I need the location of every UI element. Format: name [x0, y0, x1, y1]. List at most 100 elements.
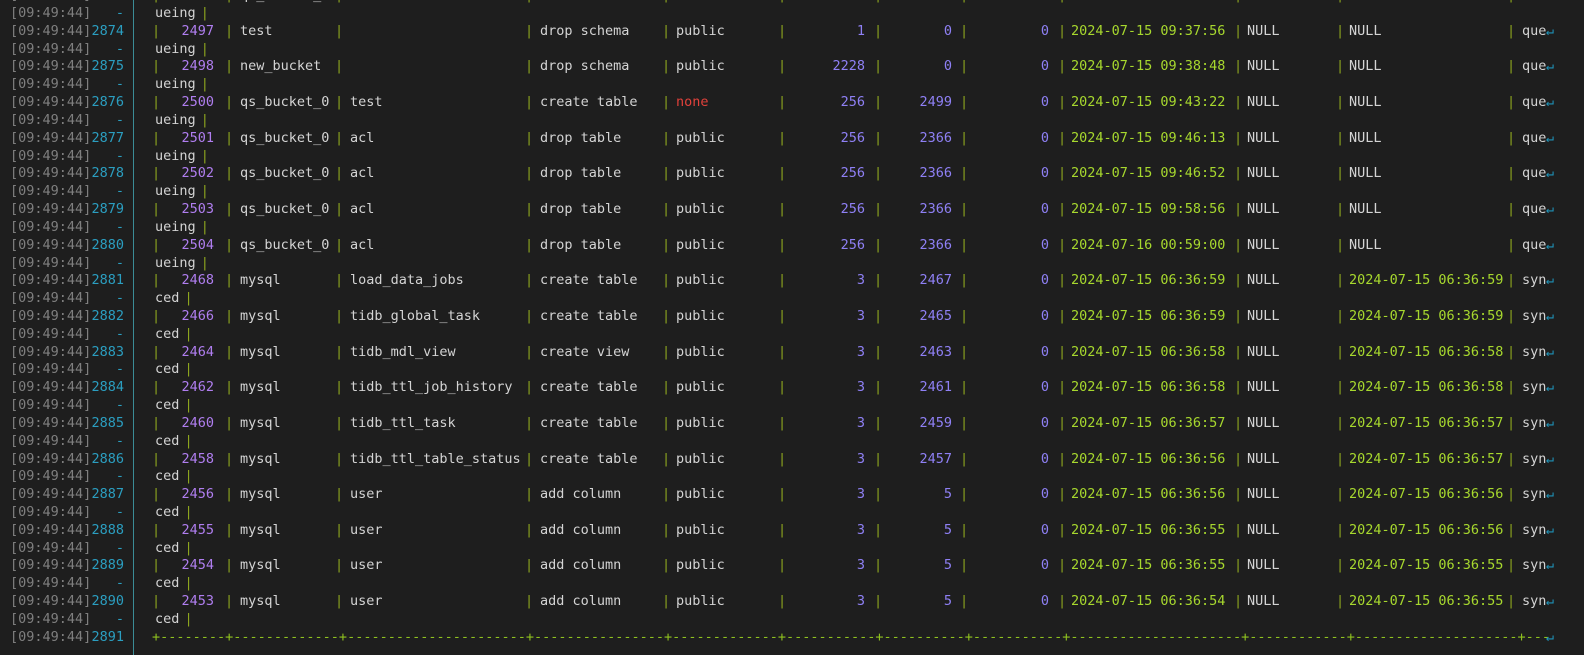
column-separator: | [184, 575, 193, 592]
cell-table-name: acl [350, 165, 375, 182]
cell-schema-state: none [676, 94, 709, 111]
column-separator: | [662, 414, 671, 431]
column-separator: | [874, 272, 883, 289]
column-separator: | [1058, 486, 1067, 503]
cell-end-time: NULL [1349, 58, 1382, 75]
column-separator: | [778, 379, 787, 396]
timestamp: [09:49:44] [10, 5, 92, 22]
timestamp: [09:49:44] [10, 111, 92, 128]
line-wrap-icon: ↵ [1546, 129, 1555, 146]
column-separator: | [335, 521, 344, 538]
column-separator: | [960, 557, 969, 574]
line-wrap-icon: ↵ [1546, 379, 1555, 396]
cell-job-type: add column [540, 486, 622, 503]
column-separator: | [1058, 557, 1067, 574]
cell-job-type: add column [540, 593, 622, 610]
column-separator: | [1234, 22, 1243, 39]
cell-db-name: mysql [240, 521, 281, 538]
cell-create-time: 2024-07-15 06:36:58 [1071, 379, 1226, 396]
column-separator: | [1058, 307, 1067, 324]
column-separator: | [225, 414, 234, 431]
column-separator: | [662, 201, 671, 218]
cell-table-name: tidb_ttl_task [350, 414, 456, 431]
column-separator: | [335, 22, 344, 39]
cell-job-id: 2456 [181, 486, 214, 503]
column-separator: | [225, 343, 234, 360]
timestamp: [09:49:44] [10, 450, 92, 467]
cell-db-name: mysql [240, 414, 281, 431]
cell-create-time: 2024-07-15 06:36:57 [1071, 414, 1226, 431]
column-separator: | [1234, 307, 1243, 324]
line-number-text: 2890 [91, 593, 124, 610]
column-separator: | [525, 307, 534, 324]
timestamp: [09:49:44] [10, 290, 92, 307]
cell-job-type: drop table [540, 165, 622, 182]
query-wrap-text: ueing [155, 254, 196, 271]
column-separator: | [335, 450, 344, 467]
cell-start-time: NULL [1247, 593, 1280, 610]
column-separator: | [778, 593, 787, 610]
cell-job-id: 2458 [181, 450, 214, 467]
column-separator: | [525, 201, 534, 218]
column-separator: | [525, 557, 534, 574]
cell-state: que [1522, 22, 1547, 39]
cell-job-id: 2464 [181, 343, 214, 360]
column-separator: | [1234, 165, 1243, 182]
cell-job-type: drop table [540, 236, 622, 253]
terminal-line: [09:49:44] 2881 | | | | | | | | | | | | 2468 mysql load_… [0, 271, 1584, 289]
column-separator: | [152, 593, 161, 610]
column-separator: | [874, 593, 883, 610]
column-separator: | [225, 94, 234, 111]
column-separator: | [335, 272, 344, 289]
column-separator: | [778, 129, 787, 146]
cell-end-time: 2024-07-15 06:36:58 [1349, 343, 1504, 360]
column-separator: | [1507, 414, 1516, 431]
terminal-line: [09:49:44] 2874 | | | | | | | | | | | | 2497 test drop s… [0, 22, 1584, 40]
column-separator: | [1058, 593, 1067, 610]
terminal-line: [09:49:44] 2878 | | | | | | | | | | | | 2502 qs_bucket_… [0, 164, 1584, 182]
terminal-line: [09:49:44] 2890 | | | | | | | | | | | | 2453 mysql user a… [0, 592, 1584, 610]
cell-end-time: 2024-07-15 06:36:57 [1349, 450, 1504, 467]
line-number-text: 2878 [91, 165, 124, 182]
column-separator: | [874, 450, 883, 467]
cell-table-id: 0 [943, 22, 952, 39]
column-separator: | [874, 236, 883, 253]
cell-schema-id: 3 [856, 272, 865, 289]
column-separator: | [525, 486, 534, 503]
line-number-text: - [115, 147, 124, 164]
timestamp: [09:49:44] [10, 94, 92, 111]
column-separator: | [335, 129, 344, 146]
column-separator: | [662, 521, 671, 538]
cell-row-count: 0 [1040, 165, 1049, 182]
terminal-line: [09:49:44] 2885 | | | | | | | | | | | | 2460 mysql tidb_… [0, 414, 1584, 432]
cell-db-name: mysql [240, 343, 281, 360]
cell-db-name: mysql [240, 486, 281, 503]
cell-job-id: 2500 [181, 94, 214, 111]
cell-job-id: 2468 [181, 272, 214, 289]
line-number-text: - [115, 432, 124, 449]
column-separator: | [960, 129, 969, 146]
cell-job-id: 2460 [181, 414, 214, 431]
line-wrap-icon: ↵ [1546, 486, 1555, 503]
line-wrap-icon: ↵ [1546, 165, 1555, 182]
cell-end-time: 2024-07-15 06:36:56 [1349, 521, 1504, 538]
terminal-line: [09:49:44] - ueing | [0, 4, 1584, 22]
column-separator: | [1058, 236, 1067, 253]
column-separator: | [184, 432, 193, 449]
cell-db-name: mysql [240, 307, 281, 324]
column-separator: | [1507, 486, 1516, 503]
column-separator: | [778, 521, 787, 538]
column-separator: | [874, 307, 883, 324]
query-wrap-text: ced [155, 290, 180, 307]
cell-table-name: acl [350, 236, 375, 253]
column-separator: | [960, 58, 969, 75]
cell-start-time: NULL [1247, 165, 1280, 182]
line-number-text: - [115, 218, 124, 235]
column-separator: | [1058, 450, 1067, 467]
column-separator: | [662, 557, 671, 574]
column-separator: | [874, 22, 883, 39]
column-separator: | [778, 165, 787, 182]
cell-end-time: 2024-07-15 06:36:59 [1349, 307, 1504, 324]
cell-schema-id: 3 [856, 414, 865, 431]
cell-create-time: 2024-07-15 06:36:59 [1071, 307, 1226, 324]
